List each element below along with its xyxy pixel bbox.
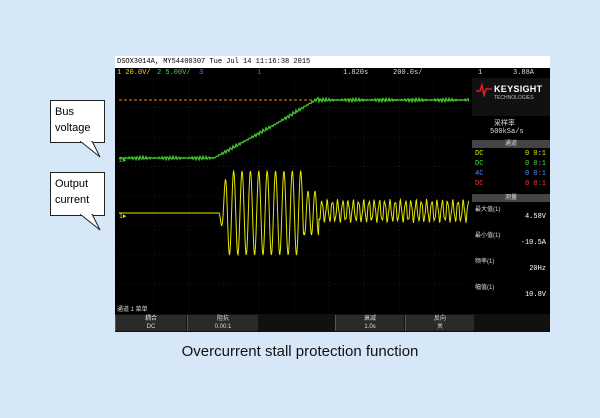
keysight-logo-icon	[476, 83, 492, 97]
menu-title: 通道 1 菜单	[117, 307, 148, 313]
measure-label: 最大值(1)	[475, 207, 501, 213]
time-delay[interactable]: 1.820s	[343, 68, 368, 78]
measure-label: 最小值(1)	[475, 233, 501, 239]
softkey-label: 衰减	[363, 316, 376, 322]
scope-title: DSOX3014A, MY54400307 Tue Jul 14 11:16:3…	[117, 58, 311, 66]
acq-label: 采样率	[494, 120, 515, 128]
brand-sub: TECHNOLOGIES	[494, 95, 534, 101]
callout-line: current	[55, 194, 90, 206]
bus-voltage-callout-tail	[80, 141, 101, 158]
softkey-label: 反向	[433, 316, 446, 322]
channel-value: 0 0:1	[524, 170, 546, 178]
softkey-bar: 耦合 DC 阻抗 0.00:1 衰减 1.0s 反向 关	[115, 314, 550, 332]
oscilloscope-screen: DSOX3014A, MY54400307 Tue Jul 14 11:16:3…	[115, 56, 550, 332]
output-current-callout: Output current	[50, 172, 105, 216]
measure-value: -10.5A	[520, 239, 546, 247]
bus-voltage-callout: Bus voltage	[50, 100, 105, 143]
scope-title-bar: DSOX3014A, MY54400307 Tue Jul 14 11:16:3…	[115, 56, 550, 68]
channel-row[interactable]: DC 0 0:1	[472, 180, 550, 190]
measure-value: 10.8V	[524, 291, 546, 299]
channel-coupling: DC	[475, 150, 484, 158]
callout-line: Bus	[55, 106, 74, 118]
acq-rate: 500kSa/s	[490, 128, 524, 136]
softkey-label: 耦合	[144, 316, 157, 322]
callout-line: voltage	[55, 122, 91, 134]
channel-row[interactable]: 4C 0 0:1	[472, 170, 550, 180]
callout-line: Output	[55, 178, 89, 190]
softkey-label: 阻抗	[216, 316, 229, 322]
channel-coupling: 4C	[475, 170, 484, 178]
softkey-value: 关	[436, 324, 443, 330]
trigger-position-marker: 1	[257, 69, 262, 77]
channel-value: 0 0:1	[524, 160, 546, 168]
ch3-scale[interactable]: 3	[199, 68, 203, 78]
scope-status-bar: 1 20.0V/ 2 5.00V/ 3 1 1.820s 200.0s/ 1 3…	[115, 68, 550, 78]
figure-caption: Overcurrent stall protection function	[181, 343, 419, 360]
softkey-value: 0.00:1	[214, 324, 232, 330]
channel-row[interactable]: DC 0 0:1	[472, 150, 550, 160]
output-current-callout-tail	[80, 214, 101, 231]
brand-name: KEYSIGHT	[494, 84, 543, 94]
ch2-scale[interactable]: 2 5.00V/	[157, 68, 191, 78]
channel-coupling: DC	[475, 180, 484, 188]
softkey-value: DC	[146, 324, 156, 330]
softkey-value: 1.0s	[364, 324, 376, 330]
waveform-grid: 2▸ 1▸	[119, 78, 469, 314]
ch1-scale[interactable]: 1 20.0V/	[117, 68, 151, 78]
measure-label: 幅值(1)	[475, 285, 495, 291]
softkey-probe[interactable]: 衰减 1.0s	[335, 315, 404, 331]
brand-block: KEYSIGHT TECHNOLOGIES	[472, 78, 550, 116]
trigger-level[interactable]: 3.88A	[513, 68, 534, 78]
channel-header: 通道	[472, 140, 550, 148]
softkey-invert[interactable]: 反向 关	[405, 315, 474, 331]
softkey-coupling[interactable]: 耦合 DC	[115, 315, 186, 331]
softkey-impedance[interactable]: 阻抗 0.00:1	[187, 315, 258, 331]
measure-label: 频率(1)	[475, 259, 495, 265]
measure-header: 测量	[472, 194, 550, 202]
channel-row[interactable]: DC 0 0:1	[472, 160, 550, 170]
side-panel: KEYSIGHT TECHNOLOGIES 采样率 500kSa/s 通道 DC…	[472, 78, 550, 314]
time-per-div[interactable]: 200.0s/	[393, 68, 422, 78]
channel-coupling: DC	[475, 160, 484, 168]
measure-value: 4.58V	[524, 213, 546, 221]
channel-value: 0 0:1	[524, 150, 546, 158]
ch1-ground-marker[interactable]: 1▸	[119, 213, 127, 220]
channel-value: 0 0:1	[524, 180, 546, 188]
trigger-channel[interactable]: 1	[478, 68, 482, 78]
measure-value: 20Hz	[529, 265, 546, 273]
ch2-ground-marker[interactable]: 2▸	[119, 157, 127, 164]
